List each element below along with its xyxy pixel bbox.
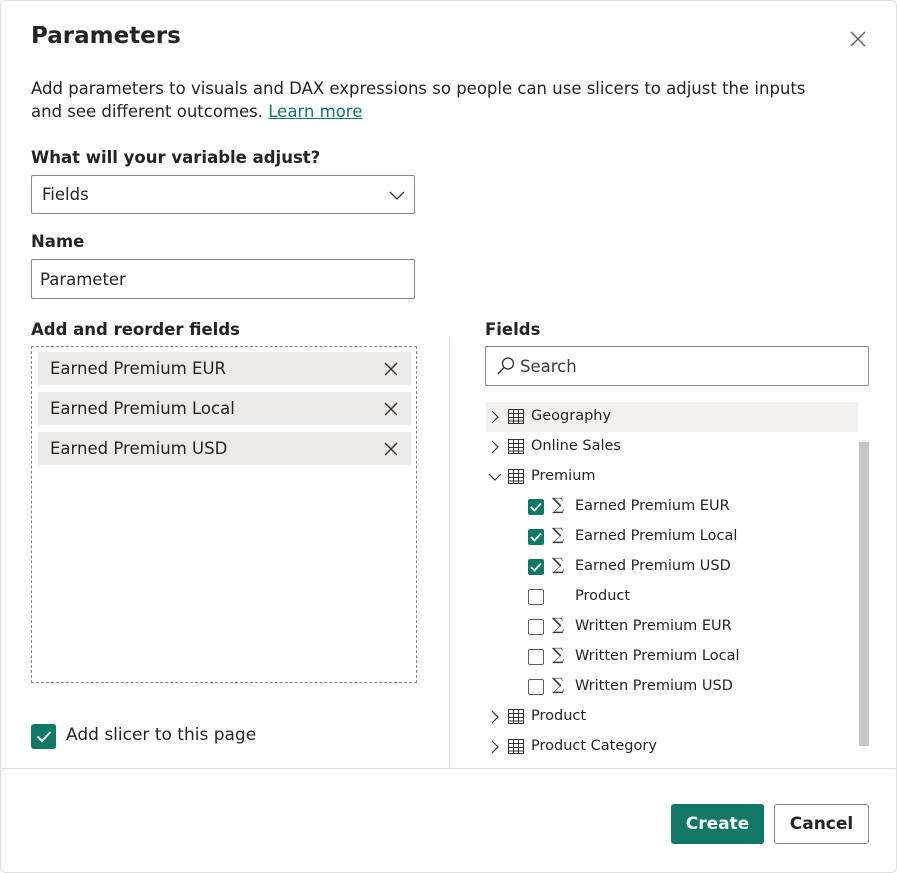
search-icon (497, 357, 515, 375)
sigma-icon: ∑ (552, 555, 565, 575)
sigma-icon: ∑ (552, 525, 565, 545)
tree-item-label: Online Sales (531, 438, 621, 454)
add-slicer-checkbox[interactable] (31, 724, 56, 749)
fields-search[interactable] (485, 346, 869, 386)
table-icon (508, 409, 524, 424)
tree-item-written-premium-local[interactable]: ∑ Written Premium Local (486, 642, 858, 672)
tree-item-written-premium-usd[interactable]: ∑ Written Premium USD (486, 672, 858, 702)
field-checkbox[interactable] (528, 559, 544, 575)
field-checkbox[interactable] (528, 589, 544, 605)
tree-item-earned-premium-usd[interactable]: ∑ Earned Premium USD (486, 552, 858, 582)
table-icon (508, 439, 524, 454)
tree-item-product-column[interactable]: Product (486, 582, 858, 612)
reorder-label: Add and reorder fields (31, 320, 240, 339)
field-chip-label: Earned Premium Local (50, 399, 235, 418)
checkmark-icon (530, 562, 542, 572)
tree-item-premium[interactable]: Premium (486, 462, 858, 492)
tree-item-earned-premium-eur[interactable]: ∑ Earned Premium EUR (486, 492, 858, 522)
variable-select[interactable]: Fields (31, 175, 415, 214)
tree-item-label: Earned Premium EUR (575, 498, 730, 514)
chevron-right-icon[interactable] (488, 710, 502, 724)
vertical-divider (449, 337, 450, 769)
tree-item-label: Product (575, 588, 631, 604)
chevron-down-icon (389, 191, 405, 200)
tree-item-written-premium-eur[interactable]: ∑ Written Premium EUR (486, 612, 858, 642)
chevron-right-icon[interactable] (488, 410, 502, 424)
variable-label: What will your variable adjust? (31, 148, 321, 167)
checkmark-icon (36, 731, 51, 743)
learn-more-link[interactable]: Learn more (268, 102, 362, 121)
tree-item-product[interactable]: Product (486, 702, 858, 732)
field-checkbox[interactable] (528, 529, 544, 545)
field-chip-label: Earned Premium EUR (50, 359, 226, 378)
table-icon (508, 709, 524, 724)
field-checkbox[interactable] (528, 499, 544, 515)
field-chip[interactable]: Earned Premium EUR (38, 352, 411, 385)
table-icon (508, 469, 524, 484)
tree-item-label: Written Premium USD (575, 678, 733, 694)
field-chip[interactable]: Earned Premium USD (38, 432, 411, 465)
chevron-right-icon[interactable] (488, 740, 502, 754)
footer-divider (1, 768, 897, 769)
field-checkbox[interactable] (528, 679, 544, 695)
dialog-description: Add parameters to visuals and DAX expres… (31, 77, 831, 123)
remove-field-button[interactable] (381, 399, 401, 419)
name-input[interactable] (31, 259, 415, 299)
sigma-icon: ∑ (552, 675, 565, 695)
close-icon (384, 362, 398, 376)
sigma-icon: ∑ (552, 495, 565, 515)
tree-item-label: Earned Premium Local (575, 528, 738, 544)
description-text: Add parameters to visuals and DAX expres… (31, 79, 806, 121)
tree-item-online-sales[interactable]: Online Sales (486, 432, 858, 462)
checkmark-icon (530, 532, 542, 542)
remove-field-button[interactable] (381, 359, 401, 379)
tree-item-geography[interactable]: Geography (486, 402, 858, 432)
remove-field-button[interactable] (381, 439, 401, 459)
field-checkbox[interactable] (528, 619, 544, 635)
sigma-icon: ∑ (552, 645, 565, 665)
chevron-right-icon[interactable] (488, 440, 502, 454)
search-input[interactable] (520, 353, 860, 379)
reorder-fields-dropzone[interactable]: Earned Premium EUR Earned Premium Local … (31, 346, 417, 683)
close-icon (384, 402, 398, 416)
chevron-down-icon[interactable] (488, 470, 502, 484)
cancel-button[interactable]: Cancel (774, 804, 869, 844)
tree-item-label: Geography (531, 408, 612, 424)
tree-item-label: Premium (531, 468, 596, 484)
field-chip[interactable]: Earned Premium Local (38, 392, 411, 425)
create-button[interactable]: Create (671, 804, 764, 844)
sigma-icon: ∑ (552, 615, 565, 635)
fields-label: Fields (485, 320, 541, 339)
tree-item-label: Earned Premium USD (575, 558, 731, 574)
fields-scrollbar[interactable] (859, 442, 869, 746)
close-button[interactable] (844, 25, 872, 53)
close-icon (850, 31, 866, 47)
field-checkbox[interactable] (528, 649, 544, 665)
dialog-title: Parameters (31, 23, 181, 49)
tree-item-label: Written Premium Local (575, 648, 740, 664)
tree-item-label: Written Premium EUR (575, 618, 732, 634)
tree-item-earned-premium-local[interactable]: ∑ Earned Premium Local (486, 522, 858, 552)
parameters-dialog: Parameters Add parameters to visuals and… (0, 0, 897, 873)
close-icon (384, 442, 398, 456)
name-label: Name (31, 232, 85, 251)
table-icon (508, 739, 524, 754)
checkmark-icon (530, 502, 542, 512)
add-slicer-label: Add slicer to this page (66, 725, 257, 745)
field-chip-label: Earned Premium USD (50, 439, 228, 458)
tree-item-label: Product (531, 708, 587, 724)
tree-item-product-category[interactable]: Product Category (486, 732, 858, 762)
variable-select-value: Fields (42, 185, 89, 204)
tree-item-label: Product Category (531, 738, 657, 754)
